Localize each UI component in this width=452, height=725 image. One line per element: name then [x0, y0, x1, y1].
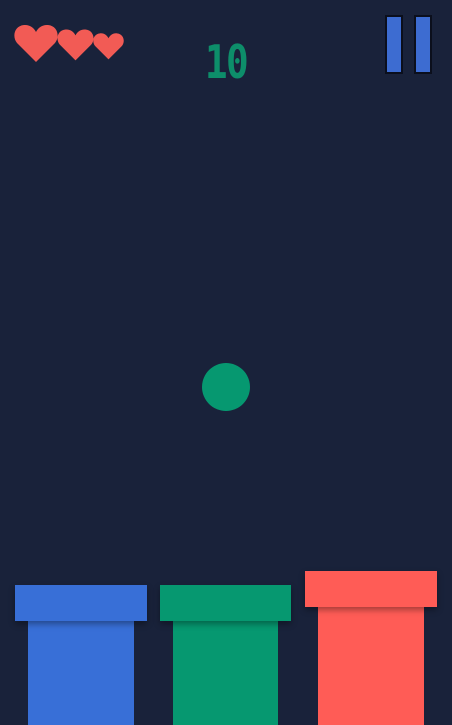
lives-display [14, 22, 126, 66]
falling-ball [202, 363, 250, 411]
pipe-body [28, 620, 134, 725]
heart-icon [93, 33, 124, 60]
pipe-cap [15, 585, 147, 621]
pause-icon [385, 15, 403, 74]
heart-icon [14, 24, 58, 62]
heart-icon [57, 29, 94, 61]
pipe-cap [305, 571, 437, 607]
pipe-body [173, 620, 278, 725]
pipe-green[interactable] [160, 585, 291, 725]
score-counter: 10 [204, 35, 249, 89]
pause-icon [414, 15, 432, 74]
pause-button[interactable] [385, 15, 434, 77]
game-canvas[interactable]: 10 [0, 0, 452, 725]
pipe-red[interactable] [305, 571, 437, 725]
pipe-body [318, 606, 424, 725]
pipe-blue[interactable] [15, 585, 147, 725]
pipe-cap [160, 585, 291, 621]
